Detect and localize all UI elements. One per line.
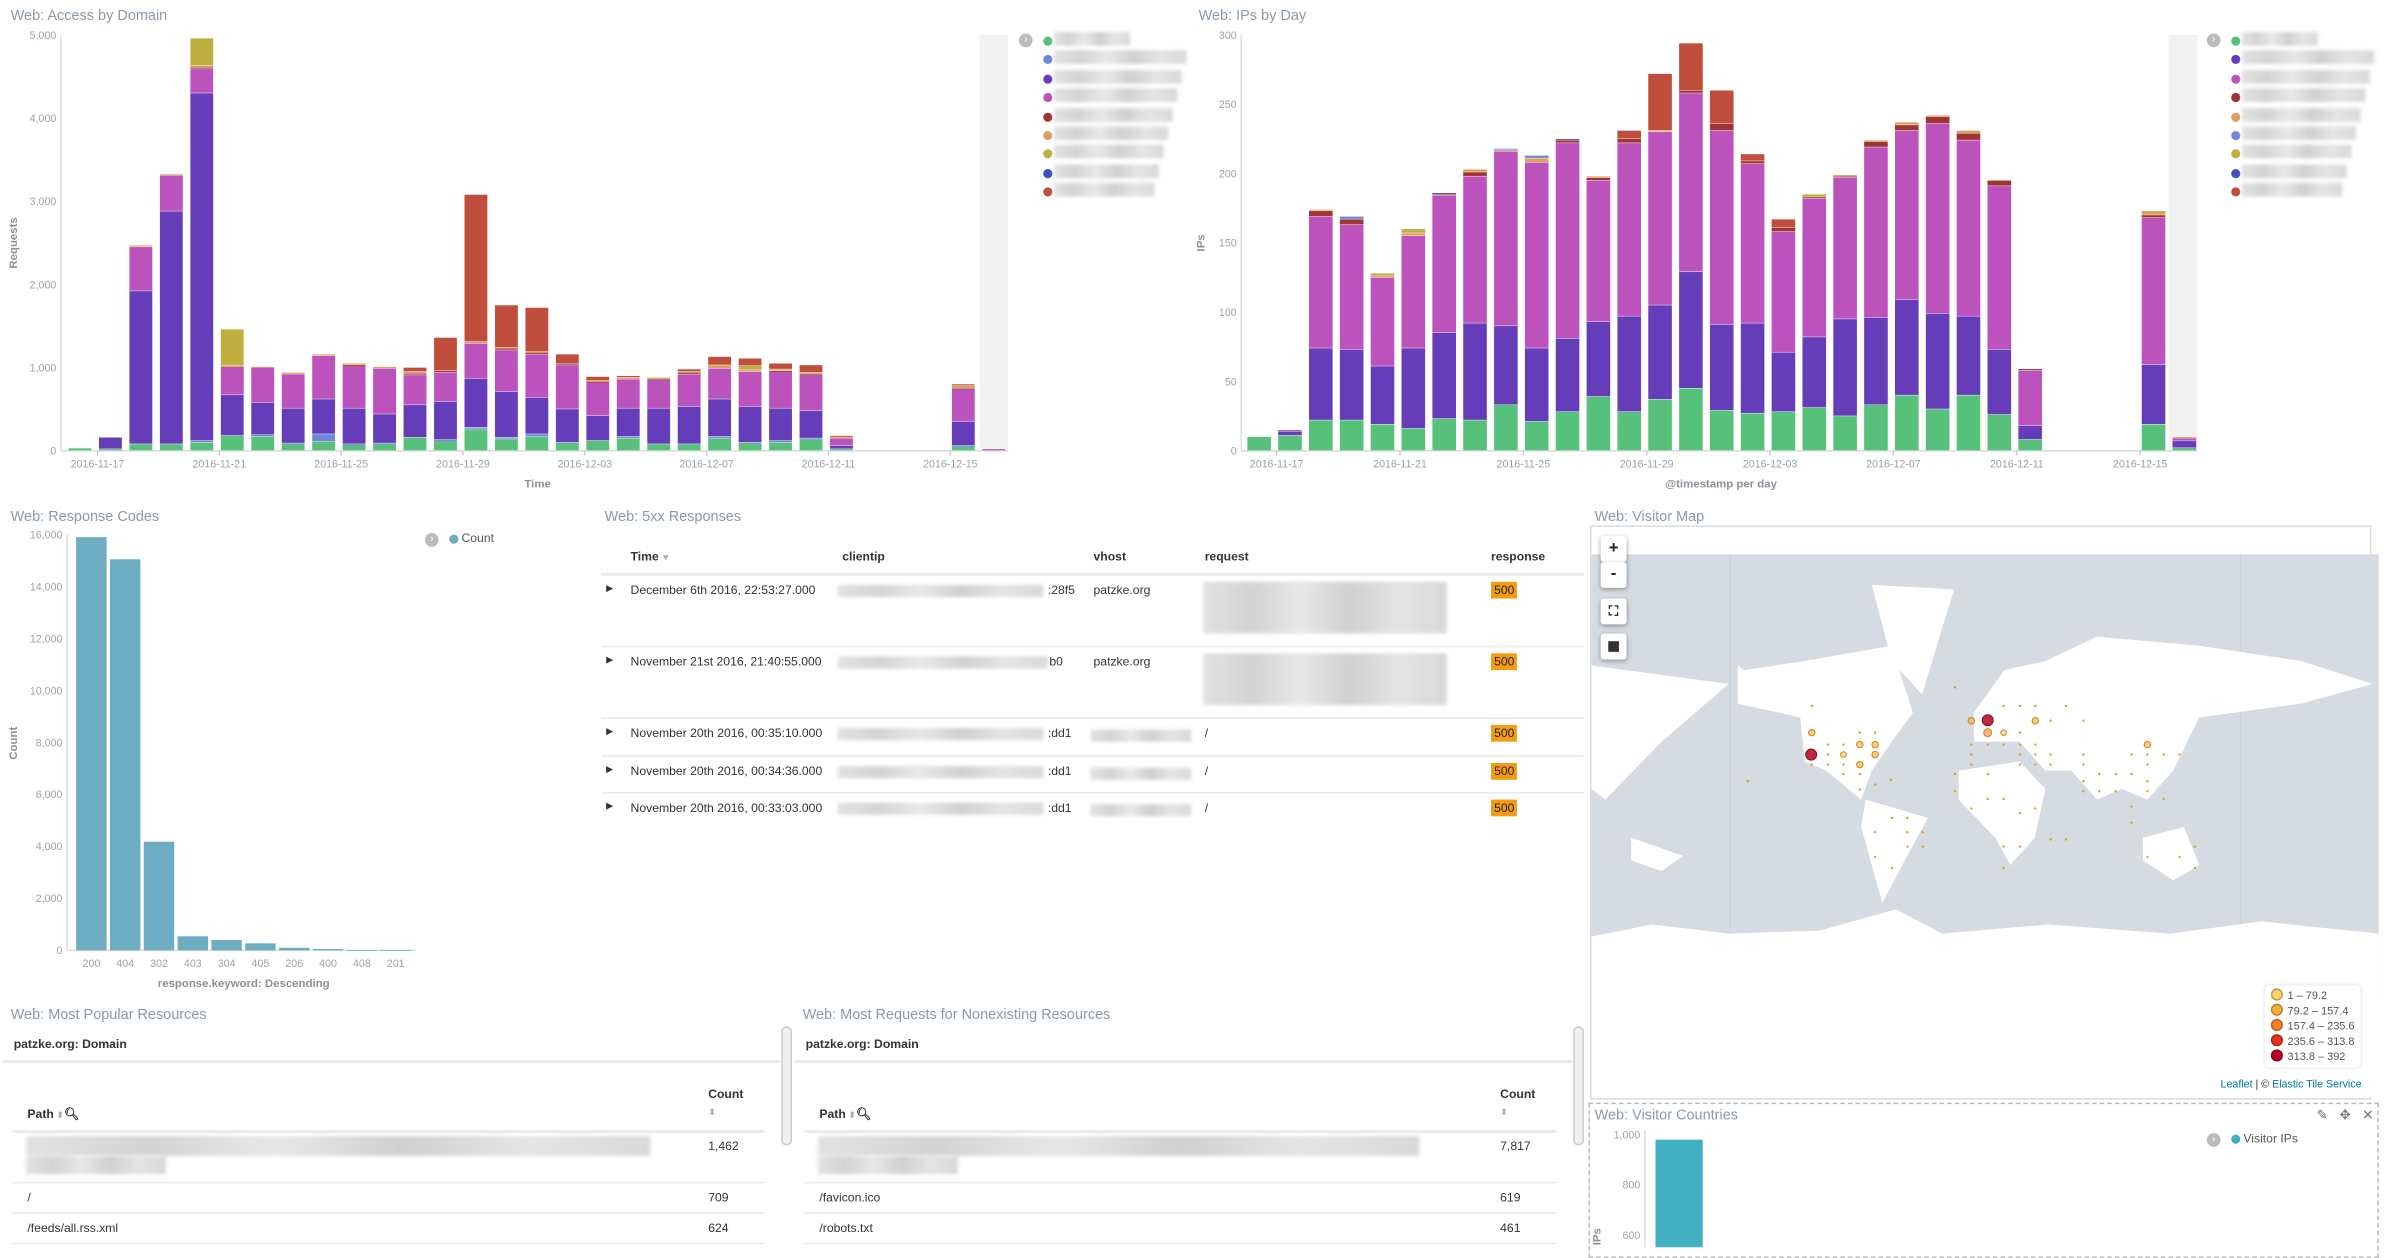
legend-dot-visitor-ips	[2231, 1134, 2241, 1144]
bar-country[interactable]	[1655, 1139, 1703, 1248]
legend-toggle-icon[interactable]: ›	[2206, 1133, 2221, 1147]
visitor-countries-chart: 600 800 1,000 IPs	[1592, 1129, 1703, 1248]
kibana-dashboard: Web: Access by Domain 0 1,000 2,000 3,000 4,…	[0, 0, 2388, 1258]
y-tick-label: 600	[1622, 1230, 1640, 1242]
y-tick-label: 1,000	[1614, 1129, 1641, 1141]
y-axis-title: IPs	[1592, 1228, 1604, 1245]
y-tick-label: 800	[1622, 1180, 1640, 1192]
legend-label-visitor-ips[interactable]: Visitor IPs	[2243, 1132, 2298, 1146]
